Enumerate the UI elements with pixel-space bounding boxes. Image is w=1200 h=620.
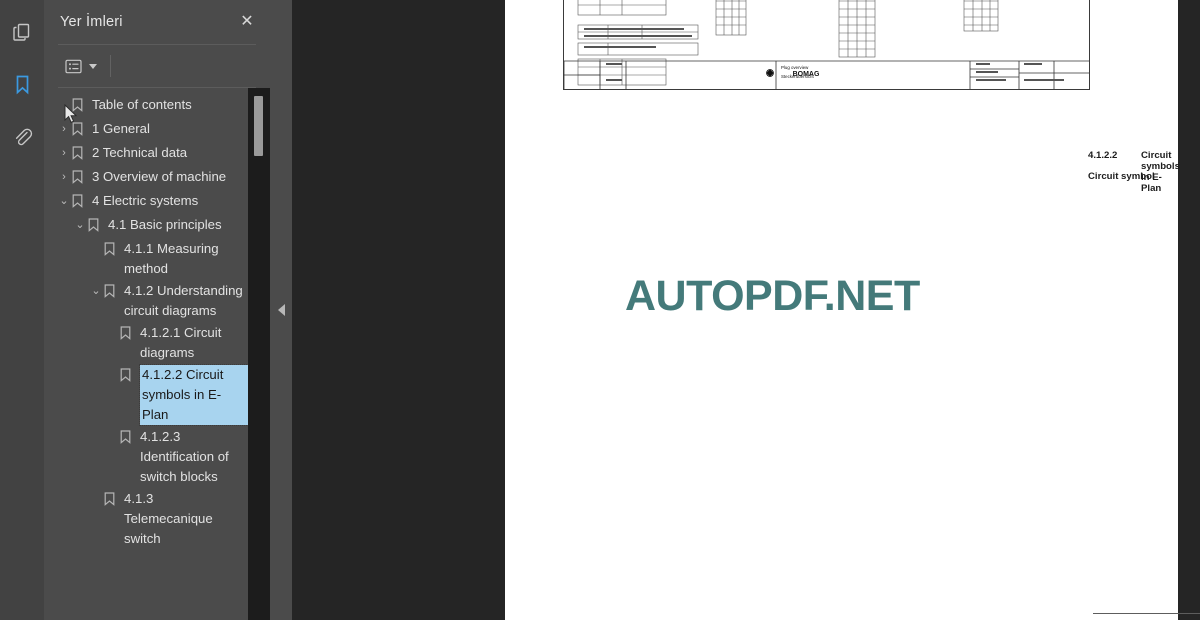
bookmark-label: Table of contents: [92, 97, 192, 112]
pdf-viewer-window: Yer İmleri ✕ Table of contents › 1 General…: [0, 0, 1200, 620]
svg-text:Steckerübersicht: Steckerübersicht: [781, 74, 814, 79]
close-icon[interactable]: ✕: [234, 9, 260, 35]
bookmark-item[interactable]: 4.1.2.2 Circuit symbols in E-Plan: [44, 364, 249, 426]
bookmark-label: 2 Technical data: [92, 145, 188, 160]
bookmark-icon: [72, 143, 92, 165]
bookmark-item[interactable]: 4.1.2.1 Circuit diagrams: [44, 322, 248, 364]
document-viewer[interactable]: BOMAG Plug overview Steckerübersicht Fig…: [270, 0, 1200, 620]
section-number: 4.1.2.2: [1088, 150, 1118, 161]
bookmark-label: 4.1.2.1 Circuit diagrams: [140, 325, 222, 360]
bookmark-label: 4.1.2.2 Circuit symbols in E-Plan: [139, 364, 249, 426]
bookmark-item[interactable]: › 3 Overview of machine: [44, 166, 248, 190]
mouse-cursor: [64, 103, 78, 129]
bookmark-item[interactable]: › 2 Technical data: [44, 142, 248, 166]
bookmark-item[interactable]: 4.1.1 Measuring method: [44, 238, 248, 280]
chevron-down-icon[interactable]: [89, 63, 97, 69]
bookmark-icon: [120, 365, 140, 387]
technical-drawing-figure: BOMAG Plug overview Steckerübersicht: [563, 0, 1090, 90]
thumbnails-icon[interactable]: [4, 14, 40, 50]
attachments-icon[interactable]: [4, 118, 40, 154]
bookmark-label: 4.1.2 Understanding circuit diagrams: [124, 283, 243, 318]
bookmark-item[interactable]: 4.1.2.3 Identification of switch blocks: [44, 426, 248, 488]
panel-header: Yer İmleri ✕: [44, 0, 270, 44]
bookmark-label: 4.1.1 Measuring method: [124, 241, 219, 276]
chevron-down-icon[interactable]: ⌄: [88, 281, 104, 301]
footer-rule: [1093, 613, 1200, 614]
bookmark-label: 4.1.3 Telemecanique switch: [124, 491, 213, 546]
bookmark-tree-wrapper: Table of contents › 1 General › 2 Technical …: [44, 88, 270, 620]
chevron-right-icon[interactable]: ›: [56, 167, 72, 187]
pdf-page: BOMAG Plug overview Steckerübersicht Fig…: [505, 0, 1200, 620]
bookmark-label: 1 General: [92, 121, 150, 136]
bookmark-item[interactable]: ⌄ 4 Electric systems: [44, 190, 248, 214]
drawing-graphic: BOMAG Plug overview Steckerübersicht: [563, 0, 1089, 89]
drawing-title-text: Plug overview: [781, 65, 809, 70]
margin-heading: Circuit symbol: [1088, 171, 1155, 182]
bookmark-icon: [120, 427, 140, 449]
bookmark-icon: [120, 323, 140, 345]
bookmark-icon: [88, 215, 108, 237]
panel-toolbar: [44, 45, 270, 87]
bookmark-tree: Table of contents › 1 General › 2 Technical …: [44, 94, 270, 550]
chevron-down-icon[interactable]: ⌄: [72, 215, 88, 235]
bookmarks-panel: Yer İmleri ✕ Table of contents › 1 General…: [44, 0, 270, 620]
sidebar-icon-rail: [0, 0, 44, 620]
panel-scrollbar[interactable]: [248, 88, 270, 620]
bookmark-label: 4 Electric systems: [92, 193, 199, 208]
chevron-down-icon[interactable]: ⌄: [56, 191, 72, 211]
chevron-right-icon[interactable]: ›: [56, 143, 72, 163]
bookmarks-icon[interactable]: [4, 66, 40, 102]
bookmark-item[interactable]: ⌄ 4.1.2 Understanding circuit diagrams: [44, 280, 248, 322]
panel-scrollbar-thumb[interactable]: [254, 96, 263, 156]
bookmark-label: 4.1.2.3 Identification of switch blocks: [140, 429, 229, 484]
list-options-icon[interactable]: [60, 54, 86, 78]
bookmark-label: 3 Overview of machine: [92, 169, 227, 184]
bookmark-label: 4.1 Basic principles: [108, 217, 222, 232]
collapse-arrow-icon: [277, 304, 285, 316]
panel-title: Yer İmleri: [60, 14, 123, 30]
bookmark-icon: [104, 489, 124, 511]
bookmark-item[interactable]: 4.1.3 Telemecanique switch: [44, 488, 248, 550]
bookmark-item[interactable]: ⌄ 4.1 Basic principles: [44, 214, 248, 238]
toolbar-divider: [110, 55, 111, 77]
bookmark-icon: [72, 167, 92, 189]
sidebar-collapse-handle[interactable]: [270, 0, 292, 620]
bookmark-icon: [104, 239, 124, 261]
bookmark-icon: [104, 281, 124, 303]
bookmark-icon: [72, 191, 92, 213]
